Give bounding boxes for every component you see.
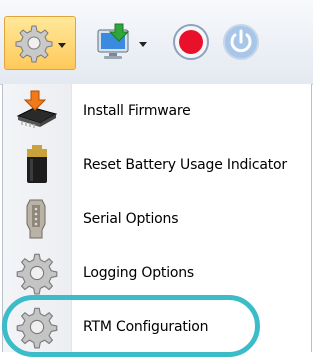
record-icon [173, 24, 209, 60]
chevron-down-icon [139, 41, 147, 47]
chevron-down-icon [58, 42, 66, 48]
gear-icon [15, 25, 53, 63]
menu-item-reset-battery[interactable]: Reset Battery Usage Indicator [3, 138, 311, 192]
menu-item-rtm-configuration[interactable]: RTM Configuration [3, 300, 311, 354]
firmware-chip-icon [3, 84, 71, 138]
power-icon [223, 24, 259, 60]
gear-icon [3, 300, 71, 354]
menu-item-label: Reset Battery Usage Indicator [83, 157, 287, 173]
menu-item-serial-options[interactable]: Serial Options [3, 192, 311, 246]
power-button[interactable] [218, 16, 264, 68]
menu-item-label: Logging Options [83, 265, 195, 281]
toolbar [0, 0, 313, 85]
menu-item-label: RTM Configuration [83, 319, 209, 335]
menu-item-logging-options[interactable]: Logging Options [3, 246, 311, 300]
firmware-dropdown-button[interactable] [86, 16, 156, 68]
monitor-download-icon [97, 23, 130, 59]
menu-item-install-firmware[interactable]: Install Firmware [3, 84, 311, 138]
gear-icon [3, 246, 71, 300]
settings-dropdown-button[interactable] [4, 16, 76, 70]
battery-icon [3, 138, 71, 192]
serial-connector-icon [3, 192, 71, 246]
record-button[interactable] [168, 16, 214, 68]
menu-item-label: Install Firmware [83, 103, 191, 119]
settings-dropdown-menu: Install Firmware Reset Battery Usage Ind… [2, 84, 312, 352]
menu-item-label: Serial Options [83, 211, 179, 227]
